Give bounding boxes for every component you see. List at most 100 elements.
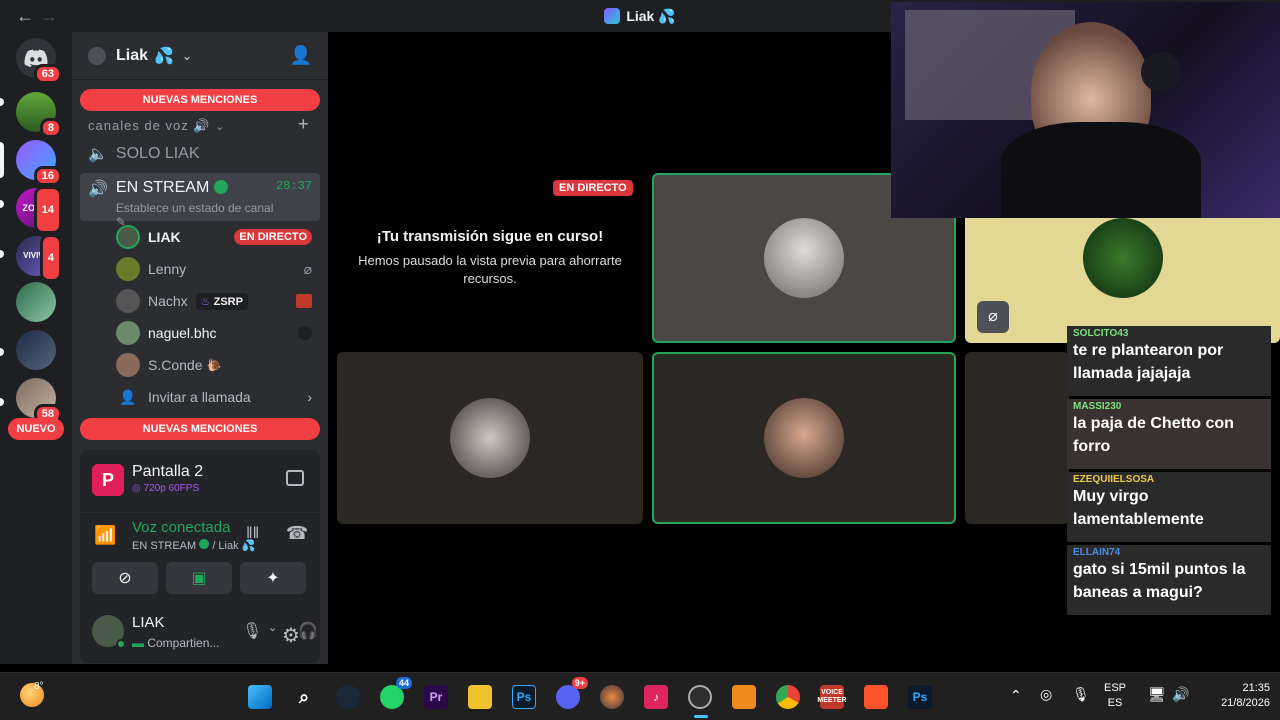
muted-mic-icon: ⌀ (977, 301, 1009, 333)
participant-tile-3[interactable] (337, 352, 643, 524)
paused-title: ¡Tu transmisión sigue en curso! (376, 228, 604, 245)
chrome-icon[interactable] (776, 685, 800, 709)
voice-user-sconde[interactable]: S.Conde 🐌 (116, 351, 312, 379)
noise-suppression-icon[interactable]: ‖‖ (246, 525, 259, 543)
settings-gear-icon[interactable]: ⚙ (282, 623, 300, 648)
chevron-down-icon[interactable]: ⌄ (268, 621, 277, 634)
photoshop-icon-2[interactable]: Ps (908, 685, 932, 709)
voice-category[interactable]: canales de voz 🔊 ⌄ (88, 118, 225, 134)
my-username[interactable]: LIAK (132, 614, 165, 631)
server-header[interactable]: Liak 💦 ⌄ 👤 (72, 32, 328, 80)
unread-badge: 63 (33, 64, 62, 84)
whatsapp-badge: 44 (395, 677, 412, 689)
avatar (116, 225, 140, 249)
microphone-icon[interactable]: 🎙 (242, 621, 262, 641)
new-mentions-top[interactable]: NUEVAS MENCIONES (80, 89, 320, 111)
chevron-down-icon: ⌄ (181, 48, 192, 63)
windows-taskbar: 8° ⌕ 44 Pr Ps 9+ ♪ VOICE MEETER Ps ⌃ ◎ 🎙 … (0, 672, 1280, 720)
activity-icon (296, 294, 312, 308)
search-icon[interactable]: ⌕ (292, 685, 316, 709)
flame-icon: ♨ (200, 295, 211, 308)
chat-message: ELLAIN74 gato si 15mil puntos la baneas … (1067, 545, 1271, 615)
my-status: ▬ Compartien... (132, 636, 220, 650)
network-icon[interactable]: 🖥 (1148, 686, 1166, 703)
voice-channel-en-stream[interactable]: 🔊 EN STREAM Establece un estado de canal… (80, 173, 320, 229)
fl-studio-icon[interactable] (732, 685, 756, 709)
chat-username: EZEQUIIELSOSA (1073, 474, 1155, 485)
server-icon-7[interactable]: 58 (16, 378, 62, 424)
live-indicator: EN DIRECTO (553, 180, 633, 196)
server-icon-zoom[interactable]: ZOOM14 (16, 186, 62, 234)
new-unread-pill[interactable]: NUEVO (8, 418, 64, 440)
chevron-right-icon: › (307, 389, 312, 405)
server-icon-5[interactable] (16, 282, 56, 322)
voice-user-naguel[interactable]: naguel.bhc (116, 319, 312, 347)
nitro-icon: ◎ (132, 483, 141, 494)
voicemeeter-icon[interactable]: VOICE MEETER (817, 685, 847, 709)
language-indicator[interactable]: ESP ES (1104, 681, 1126, 711)
tray-app-icon[interactable]: ◎ (1040, 686, 1052, 703)
avatar (116, 321, 140, 345)
brave-icon[interactable] (864, 685, 888, 709)
weather-temp: 8° (34, 681, 44, 692)
avatar (764, 218, 844, 298)
clan-tag: ♨ ZSRP (195, 292, 248, 310)
server-icon-viviva[interactable]: VIVIVA 4 (16, 234, 62, 282)
chat-username: ELLAIN74 (1073, 547, 1121, 558)
photoshop-icon[interactable]: Ps (512, 685, 536, 709)
app-icon[interactable] (600, 685, 624, 709)
gear-icon (88, 46, 106, 65)
disconnect-icon[interactable]: ☎ (286, 523, 308, 544)
voice-user-liak[interactable]: LIAK EN DIRECTO (116, 223, 312, 251)
invite-to-call[interactable]: 👤 Invitar a llamada › (116, 383, 312, 411)
voice-user-lenny[interactable]: Lenny ⌀ (116, 255, 312, 283)
emoji-icon: 🐌 (206, 358, 222, 372)
discord-icon[interactable]: 9+ (556, 677, 588, 709)
camera-off-icon: ⊘ (118, 570, 132, 587)
status-dot-icon (199, 539, 210, 549)
avatar (116, 257, 140, 281)
steam-icon[interactable] (336, 685, 360, 709)
server-icon-1[interactable]: 8 (16, 92, 62, 138)
voice-location[interactable]: EN STREAM / Liak 💦 (132, 539, 255, 552)
signal-icon: 📶 (94, 525, 117, 545)
activity-icon (298, 326, 312, 340)
avatar (116, 289, 140, 313)
activities-button[interactable]: ✦ (240, 562, 306, 594)
voice-user-nachx[interactable]: Nachx ♨ ZSRP (116, 287, 312, 315)
chat-message: MASSI230 la paja de Chetto con forro (1067, 399, 1271, 469)
create-channel-icon[interactable]: + (298, 114, 309, 135)
chat-username: SOLCITO43 (1073, 328, 1129, 339)
server-folder-icon[interactable]: 16 (16, 140, 62, 186)
start-windows-icon[interactable] (248, 685, 272, 709)
share-screen-button[interactable]: ▣ (166, 562, 232, 594)
microphone-icon[interactable]: 🎙 (1072, 686, 1090, 703)
participant-tile-4[interactable] (652, 352, 956, 524)
discord-home-button[interactable]: 63 (16, 38, 62, 84)
clock[interactable]: 21:35 21/8/2026 (1200, 681, 1270, 711)
camera-off-button[interactable]: ⊘ (92, 562, 158, 594)
server-name: Liak (116, 46, 149, 64)
tiktok-icon[interactable]: ♪ (644, 685, 668, 709)
headphones-icon[interactable]: 🎧 (298, 621, 318, 641)
unread-pip (0, 348, 4, 356)
volume-icon[interactable]: 🔊 (1172, 686, 1189, 703)
selected-pip (0, 142, 4, 178)
streamer-body (1001, 122, 1201, 218)
discord-badge: 9+ (571, 677, 588, 689)
server-icon-6[interactable] (16, 330, 56, 370)
stop-stream-icon[interactable] (286, 470, 304, 486)
channel-sidebar: Liak 💦 ⌄ 👤 NUEVAS MENCIONES canales de v… (72, 32, 328, 664)
obs-icon[interactable] (688, 685, 712, 709)
whatsapp-icon[interactable]: 44 (380, 677, 412, 709)
chevron-up-icon[interactable]: ⌃ (1010, 687, 1022, 704)
screen-share-panel: P Pantalla 2 ◎ 720p 60FPS (80, 450, 320, 512)
add-member-icon[interactable]: 👤 (290, 45, 312, 66)
status-dot-icon (213, 180, 228, 194)
new-mentions-bottom[interactable]: NUEVAS MENCIONES (80, 418, 320, 440)
file-explorer-icon[interactable] (468, 685, 492, 709)
voice-status[interactable]: Voz conectada (132, 519, 230, 536)
premiere-icon[interactable]: Pr (424, 685, 448, 709)
participant-tile-5[interactable] (965, 352, 1069, 524)
voice-channel-solo-liak[interactable]: 🔈 SOLO LIAK (80, 138, 320, 170)
